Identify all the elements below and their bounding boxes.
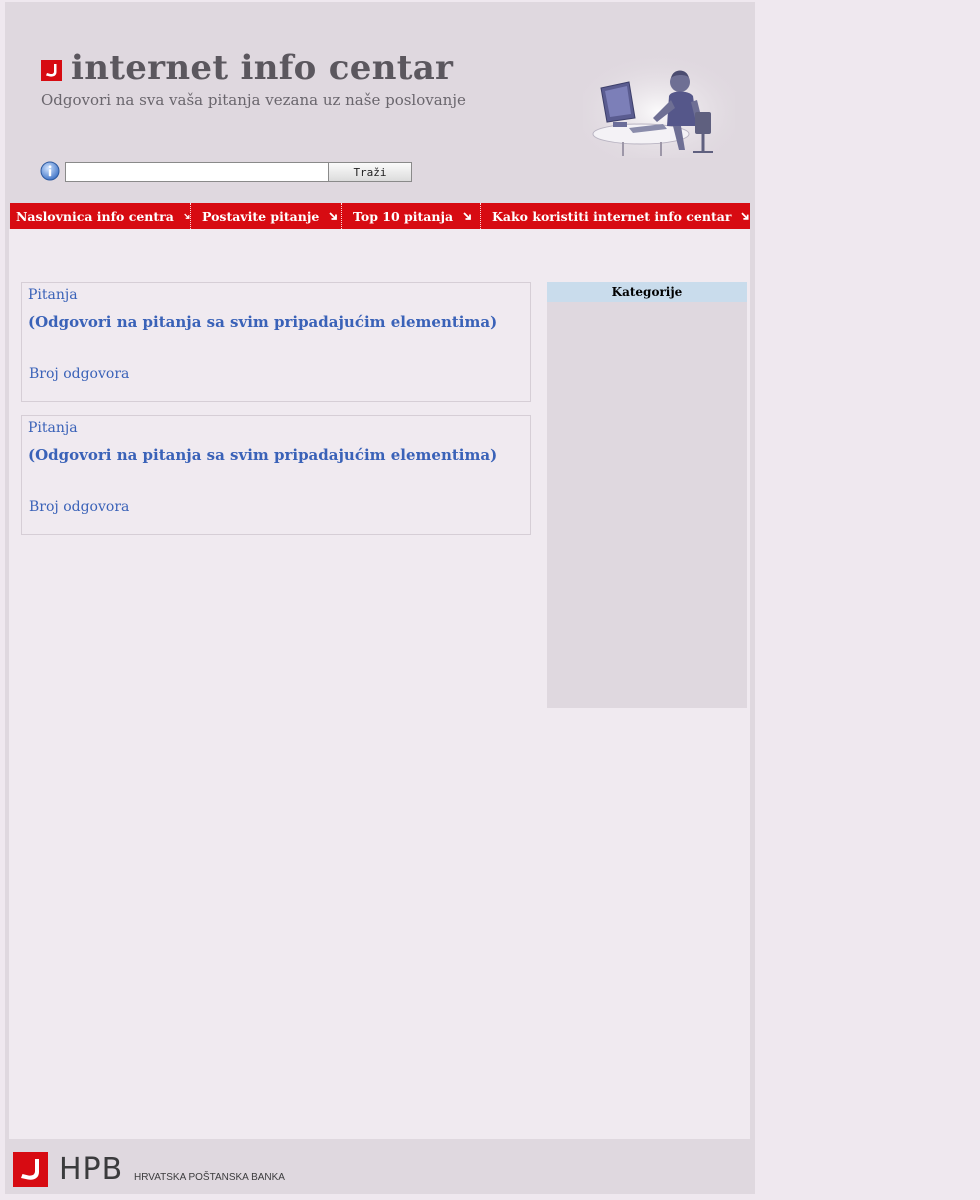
page-frame: internet info centar Odgovori na sva vaš… [5, 2, 755, 1194]
arrow-down-right-icon [329, 211, 338, 220]
card-heading: Pitanja [28, 420, 78, 436]
nav-item-label: Kako koristiti internet info centar [492, 208, 732, 224]
nav-item-home[interactable]: Naslovnica info centra [10, 203, 190, 229]
nav-item-ask-question[interactable]: Postavite pitanje [190, 203, 341, 229]
search-input[interactable] [65, 162, 329, 182]
support-agent-photo [583, 56, 735, 158]
question-card: Pitanja (Odgovori na pitanja sa svim pri… [21, 282, 531, 402]
main-content: Pitanja (Odgovori na pitanja sa svim pri… [9, 229, 750, 1139]
card-heading: Pitanja [28, 287, 78, 303]
site-title: internet info centar [71, 48, 454, 88]
answer-count-label: Broj odgovora [29, 499, 130, 515]
nav-item-how-to-use[interactable]: Kako koristiti internet info centar [480, 203, 750, 229]
categories-title: Kategorije [547, 282, 747, 302]
categories-panel: Kategorije [547, 282, 747, 708]
footer: HPB HRVATSKA POŠTANSKA BANKA [5, 1140, 755, 1194]
search-button[interactable]: Traži [328, 162, 412, 182]
info-icon [40, 161, 60, 181]
hpb-logo-icon [41, 60, 62, 81]
nav-item-label: Naslovnica info centra [16, 208, 174, 224]
question-link[interactable]: (Odgovori na pitanja sa svim pripadajući… [28, 446, 497, 464]
main-navigation: Naslovnica info centra Postavite pitanje… [10, 203, 750, 229]
footer-brand: HPB [59, 1152, 124, 1187]
question-card: Pitanja (Odgovori na pitanja sa svim pri… [21, 415, 531, 535]
site-subtitle: Odgovori na sva vaša pitanja vezana uz n… [41, 91, 466, 109]
question-link[interactable]: (Odgovori na pitanja sa svim pripadajući… [28, 313, 497, 331]
arrow-down-right-icon [741, 212, 749, 220]
nav-item-label: Postavite pitanje [202, 208, 320, 224]
arrow-down-right-icon [463, 211, 472, 220]
nav-item-label: Top 10 pitanja [353, 208, 454, 224]
answer-count-label: Broj odgovora [29, 366, 130, 382]
nav-item-top10[interactable]: Top 10 pitanja [341, 203, 480, 229]
footer-bank-name: HRVATSKA POŠTANSKA BANKA [134, 1172, 285, 1183]
hpb-logo-icon [13, 1152, 48, 1187]
